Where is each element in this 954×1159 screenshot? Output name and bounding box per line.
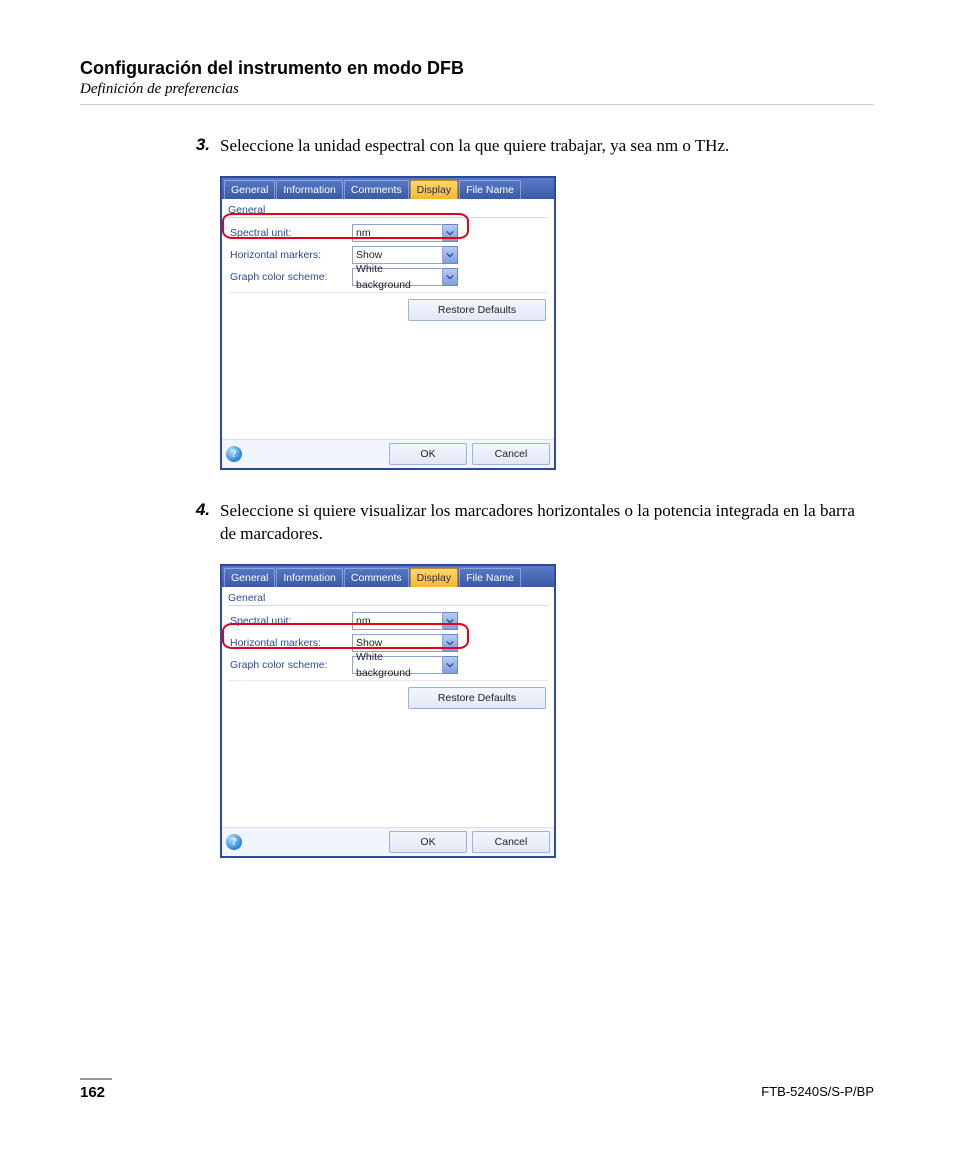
dialog-body: General Spectral unit: nm Horizontal mar… (222, 199, 554, 439)
graph-color-scheme-label: Graph color scheme: (230, 271, 352, 283)
step-text: Seleccione la unidad espectral con la qu… (220, 135, 729, 158)
tab-display[interactable]: Display (410, 568, 458, 587)
row-graph-color-scheme: Graph color scheme: White background (228, 654, 548, 676)
tab-general[interactable]: General (224, 568, 275, 587)
graph-color-scheme-value: White background (356, 649, 439, 681)
graph-color-scheme-dropdown-button[interactable] (443, 268, 458, 286)
restore-defaults-button[interactable]: Restore Defaults (408, 687, 546, 709)
ok-button[interactable]: OK (389, 443, 467, 465)
horizontal-markers-dropdown-button[interactable] (443, 246, 458, 264)
page-number: 162 (80, 1084, 105, 1101)
horizontal-markers-label: Horizontal markers: (230, 637, 352, 649)
group-general-label: General (228, 203, 548, 218)
step-text: Seleccione si quiere visualizar los marc… (220, 500, 864, 546)
row-graph-color-scheme: Graph color scheme: White background (228, 266, 548, 288)
dialog-footer: ? OK Cancel (222, 827, 554, 856)
spectral-unit-label: Spectral unit: (230, 615, 352, 627)
ok-button[interactable]: OK (389, 831, 467, 853)
page-footer: 162 FTB-5240S/S-P/BP (80, 1078, 874, 1101)
tab-information[interactable]: Information (276, 180, 343, 199)
tab-comments[interactable]: Comments (344, 568, 409, 587)
chevron-down-icon (446, 617, 454, 625)
step-3: 3. Seleccione la unidad espectral con la… (180, 135, 864, 158)
divider (80, 104, 874, 105)
dialog-footer: ? OK Cancel (222, 439, 554, 468)
graph-color-scheme-dropdown-button[interactable] (443, 656, 458, 674)
restore-defaults-button[interactable]: Restore Defaults (408, 299, 546, 321)
help-button[interactable]: ? (226, 834, 242, 850)
horizontal-markers-label: Horizontal markers: (230, 249, 352, 261)
group-general-label: General (228, 591, 548, 606)
tab-general[interactable]: General (224, 180, 275, 199)
document-id: FTB-5240S/S-P/BP (761, 1084, 874, 1099)
tab-strip: General Information Comments Display Fil… (222, 178, 554, 199)
spectral-unit-value: nm (356, 225, 371, 241)
step-number: 3. (180, 135, 220, 158)
cancel-button[interactable]: Cancel (472, 831, 550, 853)
chevron-down-icon (446, 661, 454, 669)
spectral-unit-dropdown-button[interactable] (443, 224, 458, 242)
chevron-down-icon (446, 273, 454, 281)
help-button[interactable]: ? (226, 446, 242, 462)
graph-color-scheme-select[interactable]: White background (352, 656, 443, 674)
row-spectral-unit: Spectral unit: nm (228, 222, 548, 244)
section-subheading: Definición de preferencias (80, 81, 874, 98)
graph-color-scheme-label: Graph color scheme: (230, 659, 352, 671)
preferences-dialog-figure-1: General Information Comments Display Fil… (220, 176, 874, 470)
graph-color-scheme-select[interactable]: White background (352, 268, 443, 286)
horizontal-markers-dropdown-button[interactable] (443, 634, 458, 652)
tab-file-name[interactable]: File Name (459, 180, 521, 199)
step-number: 4. (180, 500, 220, 546)
restore-row: Restore Defaults (228, 292, 548, 321)
spectral-unit-value: nm (356, 613, 371, 629)
spectral-unit-select[interactable]: nm (352, 612, 443, 630)
spectral-unit-dropdown-button[interactable] (443, 612, 458, 630)
tab-display[interactable]: Display (410, 180, 458, 199)
chevron-down-icon (446, 229, 454, 237)
cancel-button[interactable]: Cancel (472, 443, 550, 465)
dialog-body: General Spectral unit: nm Horizontal mar… (222, 587, 554, 827)
step-4: 4. Seleccione si quiere visualizar los m… (180, 500, 864, 546)
restore-row: Restore Defaults (228, 680, 548, 709)
row-spectral-unit: Spectral unit: nm (228, 610, 548, 632)
spectral-unit-select[interactable]: nm (352, 224, 443, 242)
chevron-down-icon (446, 639, 454, 647)
tab-strip: General Information Comments Display Fil… (222, 566, 554, 587)
spectral-unit-label: Spectral unit: (230, 227, 352, 239)
section-heading: Configuración del instrumento en modo DF… (80, 58, 874, 79)
preferences-dialog-figure-2: General Information Comments Display Fil… (220, 564, 874, 858)
tab-information[interactable]: Information (276, 568, 343, 587)
tab-file-name[interactable]: File Name (459, 568, 521, 587)
tab-comments[interactable]: Comments (344, 180, 409, 199)
graph-color-scheme-value: White background (356, 261, 439, 293)
chevron-down-icon (446, 251, 454, 259)
